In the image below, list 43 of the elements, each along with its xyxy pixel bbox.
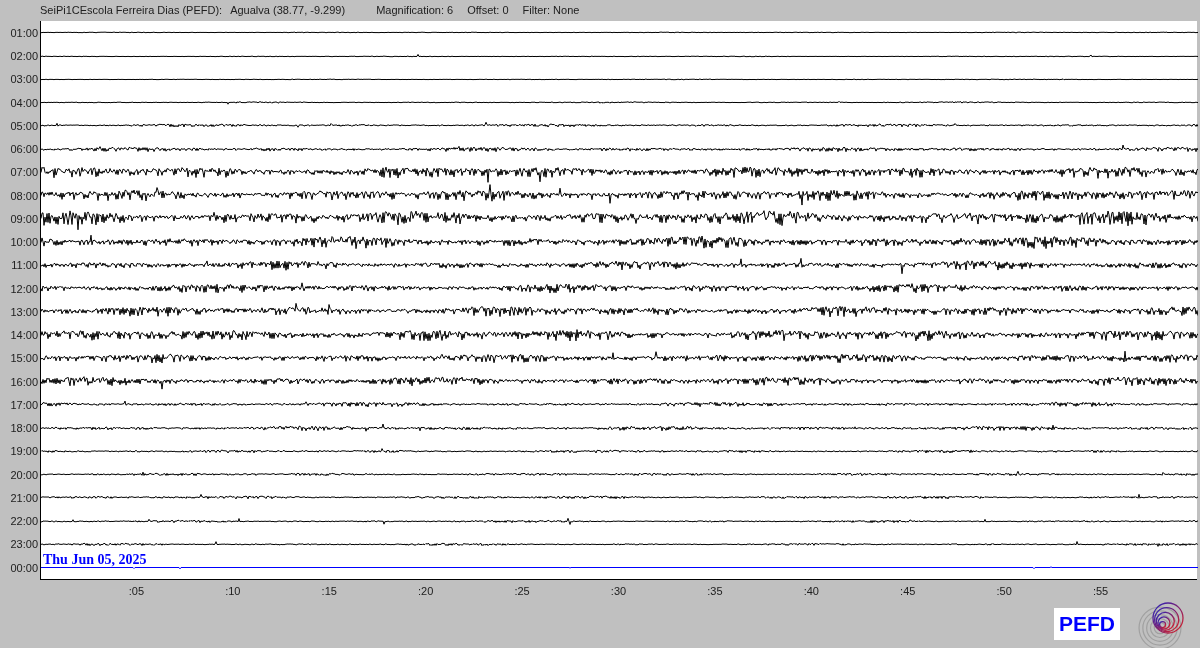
- time-tick-label: :40: [803, 584, 819, 600]
- hour-label: 12:00: [10, 281, 38, 297]
- hour-label: 15:00: [10, 351, 38, 367]
- hour-label: 11:00: [11, 258, 38, 274]
- hour-label: 03:00: [10, 72, 38, 88]
- hour-label: 01:00: [10, 25, 38, 41]
- hour-label: 14:00: [10, 328, 38, 344]
- hour-label: 22:00: [10, 514, 38, 530]
- hour-label: 19:00: [10, 444, 38, 460]
- magnification-text: Magnification: 6: [376, 3, 454, 19]
- time-tick-label: :45: [900, 584, 916, 600]
- concentric-rings-logo-icon: [1138, 600, 1186, 648]
- hour-label: 08:00: [10, 188, 38, 204]
- hour-label: 09:00: [10, 211, 38, 227]
- time-tick-label: :05: [128, 584, 145, 600]
- hour-label: 17:00: [10, 397, 38, 413]
- hour-label: 10:00: [10, 235, 38, 251]
- time-tick-label: :20: [418, 584, 434, 600]
- hour-label: 00:00: [10, 560, 38, 576]
- time-tick-label: :35: [707, 584, 723, 600]
- hour-label: 23:00: [10, 537, 38, 553]
- time-tick-label: :10: [225, 584, 241, 600]
- filter-text: Filter: None: [522, 3, 580, 19]
- hour-label: 07:00: [10, 165, 38, 181]
- date-label: Thu Jun 05, 2025: [43, 553, 147, 568]
- location-text: Agualva (38.77, -9.299): [230, 3, 346, 19]
- time-tick-label: :50: [996, 584, 1012, 600]
- hour-label: 02:00: [10, 49, 38, 65]
- time-tick-label: :15: [321, 584, 337, 600]
- hour-label: 04:00: [10, 95, 38, 111]
- time-tick-label: :55: [1092, 584, 1109, 600]
- time-tick-label: :25: [514, 584, 530, 600]
- hour-label: 20:00: [10, 467, 38, 483]
- station-badge: PEFD: [1054, 608, 1120, 640]
- hour-label: 16:00: [10, 374, 38, 390]
- offset-text: Offset: 0: [467, 3, 509, 19]
- hour-label: 13:00: [10, 304, 38, 320]
- hour-label: 18:00: [10, 421, 38, 437]
- hour-label: 05:00: [10, 118, 38, 134]
- hour-label: 06:00: [10, 142, 38, 158]
- station-name: SeiPi1CEscola Ferreira Dias (PEFD):: [40, 3, 223, 19]
- time-tick-label: :30: [610, 584, 627, 600]
- hour-label: 21:00: [10, 490, 38, 506]
